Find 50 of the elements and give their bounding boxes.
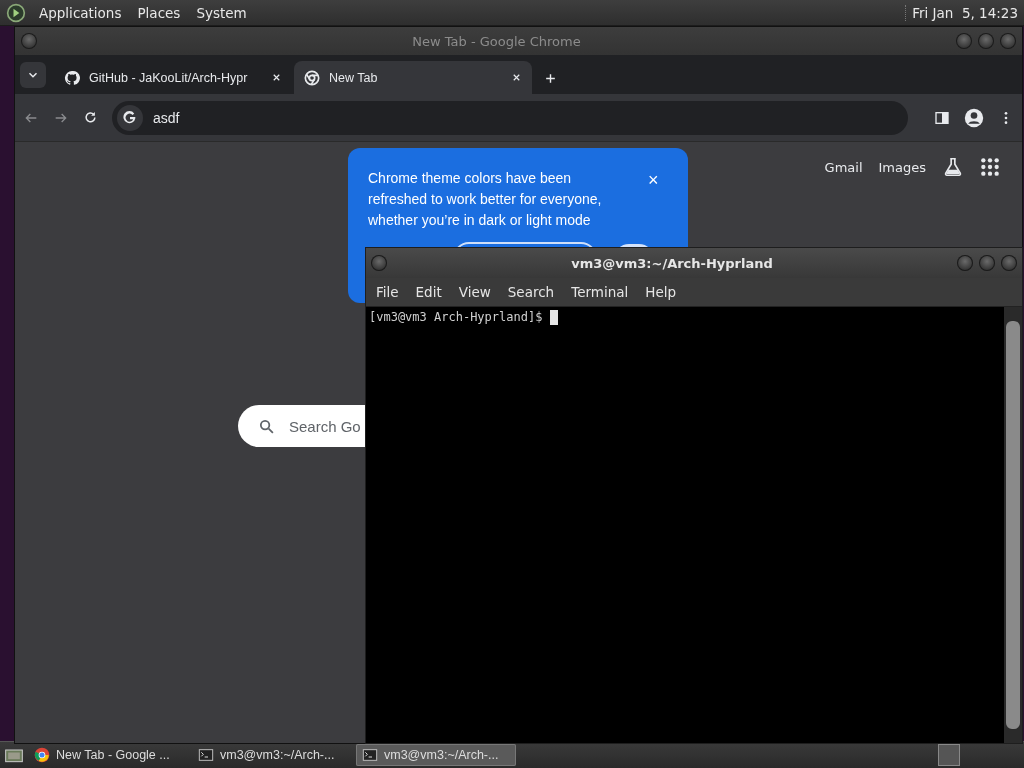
window-control-button[interactable] <box>1000 33 1016 49</box>
window-control-button[interactable] <box>1001 255 1017 271</box>
header-link[interactable]: Images <box>878 159 926 175</box>
window-control-button[interactable] <box>956 33 972 49</box>
reload-icon[interactable] <box>83 110 98 125</box>
scrollbar-thumb[interactable] <box>1006 321 1020 729</box>
browser-tab[interactable]: New Tab <box>294 61 532 94</box>
window-control-button[interactable] <box>957 255 973 271</box>
github-logo-icon <box>64 69 80 86</box>
text-cursor <box>549 310 558 325</box>
chrome-logo-icon <box>304 69 320 86</box>
popup-message: Chrome theme colors have been refreshed to work better for everyone, whether you’re in dark or light mode <box>368 169 603 230</box>
apps-grid-icon[interactable] <box>980 157 1000 177</box>
taskbar-button[interactable]: vm3@vm3:~/Arch-... <box>192 744 352 766</box>
menu-item[interactable]: Edit <box>409 284 453 300</box>
window-menu-button[interactable] <box>21 33 37 49</box>
chrome-logo-icon <box>34 747 50 763</box>
taskbar-button[interactable]: vm3@vm3:~/Arch-... <box>356 744 516 766</box>
tab-search-button[interactable] <box>20 62 46 88</box>
clock[interactable]: Fri Jan 5, 14:23 <box>905 4 1018 21</box>
window-control-button[interactable] <box>979 255 995 271</box>
address-bar[interactable]: asdf <box>112 100 908 135</box>
browser-tab[interactable]: GitHub - JaKooLit/Arch-Hypr <box>54 61 292 94</box>
window-menu-button[interactable] <box>371 255 387 271</box>
window-title: vm3@vm3:~/Arch-Hyprland <box>570 255 774 271</box>
menu-item[interactable]: Search <box>501 284 566 300</box>
popup-close-button[interactable]: × <box>648 171 659 189</box>
terminal-icon <box>198 747 214 763</box>
profile-avatar-icon[interactable] <box>964 107 984 128</box>
menu-item[interactable]: File <box>370 284 410 300</box>
header-link[interactable]: Gmail <box>824 159 863 175</box>
panel-menu[interactable]: Places <box>134 4 184 21</box>
terminal-icon <box>362 747 378 763</box>
window-title: New Tab - Google Chrome <box>411 33 582 49</box>
search-field[interactable]: Search Go <box>238 405 366 447</box>
menu-item[interactable]: Help <box>639 284 688 300</box>
search-icon <box>258 417 275 435</box>
new-tab-icon[interactable] <box>544 72 557 85</box>
side-panel-icon[interactable] <box>934 109 950 126</box>
google-logo-icon <box>122 109 138 126</box>
workspace-switcher[interactable] <box>938 744 960 766</box>
menu-item[interactable]: View <box>452 284 502 300</box>
panel-menu[interactable]: System <box>193 4 250 21</box>
taskbar-button[interactable]: New Tab - Google ... <box>28 744 188 766</box>
menu-item[interactable]: Terminal <box>565 284 640 300</box>
shell-prompt: [vm3@vm3 Arch-Hyprland]$ <box>369 310 544 324</box>
panel-menu[interactable]: Applications <box>36 4 125 21</box>
window-control-button[interactable] <box>978 33 994 49</box>
distro-logo-icon[interactable] <box>6 2 26 23</box>
flask-icon[interactable] <box>942 156 964 178</box>
